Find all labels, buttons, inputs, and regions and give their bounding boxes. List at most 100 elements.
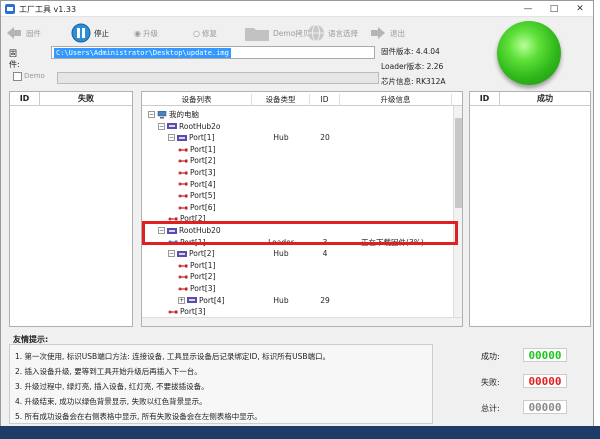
device-row[interactable]: Port[6]	[142, 202, 452, 214]
device-row[interactable]: Port[2]	[142, 271, 452, 283]
firmware-path-value: C:\Users\Administrator\Desktop\update.im…	[54, 48, 231, 58]
device-row-name-cell: Port[1]	[178, 260, 216, 272]
device-name: Port[5]	[190, 191, 216, 201]
firmware-path-input[interactable]: C:\Users\Administrator\Desktop\update.im…	[51, 46, 375, 59]
exit-button-label: 退出	[390, 28, 405, 38]
device-row[interactable]: Port[1]	[142, 260, 452, 272]
device-row-name-cell: Port[5]	[178, 190, 216, 202]
repair-radio-label: 修复	[201, 28, 217, 38]
usb-port-icon	[178, 285, 190, 293]
repair-radio[interactable]: ○ 修复	[193, 22, 217, 44]
device-id: 29	[320, 295, 330, 305]
device-table-header: 设备列表 设备类型 ID 升级信息	[142, 92, 462, 106]
device-row[interactable]: Port[1]	[142, 144, 452, 156]
device-name: Port[1]	[189, 133, 215, 143]
window-title: 工厂工具 v1.33	[19, 5, 77, 14]
device-panel: 设备列表 设备类型 ID 升级信息 − 我的电脑 − RootHub2o − Port[1…	[141, 91, 463, 327]
fail-panel-header: ID 失败	[10, 92, 132, 106]
device-row[interactable]: + Port[4] Hub 29	[142, 295, 452, 307]
device-name: RootHub2o	[179, 121, 221, 131]
device-name: Port[3]	[180, 307, 206, 317]
factory-tool-window: 工厂工具 v1.33 — □ ✕ 固件 停止 ◉ 升级 ○ 修复 Demo拷贝 …	[0, 0, 594, 439]
tip-line: 4. 升级结束, 成功以绿色背景显示, 失败以红色背景显示。	[15, 397, 207, 406]
loader-version: Loader版本: 2.26	[381, 62, 444, 71]
maximize-button[interactable]: □	[541, 1, 567, 17]
success-panel-header: ID 成功	[470, 92, 590, 106]
device-row-name-cell: Port[6]	[178, 202, 216, 214]
tree-expander[interactable]: −	[168, 134, 175, 142]
device-type: Hub	[273, 133, 289, 143]
device-name: Port[2]	[190, 156, 216, 166]
start-status-button[interactable]	[497, 21, 561, 85]
app-icon	[5, 4, 15, 14]
device-scroll-thumb[interactable]	[455, 118, 462, 208]
firmware-version: 固件版本: 4.4.04	[381, 47, 440, 56]
upgrade-radio-label: 升级	[142, 28, 158, 38]
device-row-name-cell: + Port[4]	[178, 295, 225, 307]
folder-icon	[245, 28, 269, 41]
device-row[interactable]: − 我的电脑	[142, 109, 452, 121]
device-row-name-cell: − Port[2]	[168, 248, 215, 260]
firmware-path-label: 固件:	[9, 49, 20, 69]
tree-expander[interactable]: −	[148, 111, 155, 119]
device-row[interactable]: − Port[2] Hub 4	[142, 248, 452, 260]
tip-line: 3. 升级过程中, 绿灯亮, 插入设备, 红灯亮, 不要拔插设备。	[15, 382, 209, 391]
close-button[interactable]: ✕	[567, 1, 593, 17]
device-row[interactable]: Port[3]	[142, 167, 452, 179]
tree-expander[interactable]: +	[178, 296, 185, 304]
demo-copy-button[interactable]: Demo拷贝	[244, 22, 310, 44]
minimize-button[interactable]: —	[515, 1, 541, 17]
exit-button[interactable]: 退出	[369, 22, 405, 44]
device-name: Port[3]	[190, 284, 216, 293]
device-name: Port[3]	[190, 168, 216, 177]
device-vertical-scrollbar[interactable]	[453, 106, 462, 326]
device-type: Hub	[273, 295, 289, 305]
usb-hub-icon	[177, 250, 189, 258]
tip-line: 5. 所有成功设备会在右侧表格中显示, 所有失败设备会在左侧表格中显示。	[15, 412, 262, 421]
device-name: Port[4]	[190, 179, 216, 189]
demo-copy-button-label: Demo拷贝	[273, 28, 311, 38]
device-id: 4	[322, 249, 328, 259]
success-title-header: 成功	[537, 94, 553, 103]
device-row[interactable]: − RootHub2o	[142, 121, 452, 133]
tip-line: 2. 插入设备升级, 要等到工具开始升级后再插入下一台。	[15, 367, 202, 376]
device-row[interactable]: Port[3]	[142, 283, 452, 295]
device-name: 我的电脑	[169, 110, 199, 119]
upgrade-radio[interactable]: ◉ 升级	[134, 22, 158, 44]
device-row[interactable]: Port[5]	[142, 190, 452, 202]
arrow-left-icon	[7, 27, 21, 39]
tree-expander[interactable]: −	[168, 250, 175, 258]
device-row[interactable]: Port[3]	[142, 306, 452, 318]
usb-port-icon	[178, 180, 190, 188]
stop-button[interactable]: 停止	[71, 22, 109, 44]
success-id-header: ID	[470, 92, 500, 106]
device-id: 20	[320, 133, 330, 143]
device-row-name-cell: Port[1]	[178, 144, 216, 156]
device-name: Port[2]	[189, 249, 215, 259]
device-name: Port[4]	[199, 295, 225, 305]
demo-checkbox[interactable]	[13, 72, 22, 81]
language-button[interactable]: 语言选择	[307, 22, 358, 44]
firmware-button-label: 固件	[26, 28, 41, 38]
tips-box: 1. 第一次使用, 标识USB端口方法: 连接设备, 工具显示设备后记录绑定ID…	[9, 344, 433, 424]
usb-port-icon	[178, 204, 190, 212]
success-count: 00000	[523, 348, 567, 362]
device-row[interactable]: Port[2]	[142, 155, 452, 167]
upgrade-radio-dot-icon: ◉	[134, 28, 141, 38]
device-row[interactable]: Port[4]	[142, 179, 452, 191]
device-type: Hub	[273, 249, 289, 259]
success-count-label: 成功:	[481, 352, 500, 361]
device-row-name-cell: − RootHub2o	[158, 121, 221, 133]
tree-expander[interactable]: −	[158, 122, 165, 130]
device-horizontal-scrollbar[interactable]	[142, 317, 462, 326]
device-row-name-cell: − Port[1]	[168, 132, 215, 144]
firmware-button[interactable]: 固件	[5, 22, 41, 44]
fail-count-label: 失败:	[481, 378, 500, 387]
usb-port-icon	[178, 273, 190, 281]
pause-icon	[71, 23, 91, 43]
device-row[interactable]: − Port[1] Hub 20	[142, 132, 452, 144]
fail-title-header: 失败	[78, 94, 94, 103]
usb-port-icon	[178, 157, 190, 165]
highlight-box	[142, 221, 458, 245]
fail-id-header: ID	[10, 92, 40, 106]
